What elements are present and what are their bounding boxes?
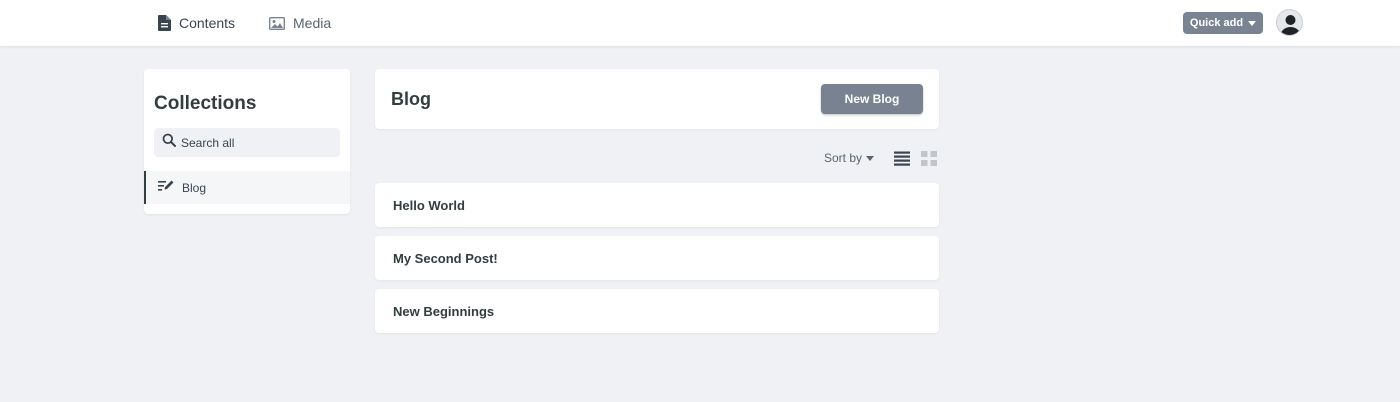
image-icon [269, 16, 285, 30]
sidebar-title: Collections [154, 93, 257, 114]
list-item[interactable]: My Second Post! [375, 236, 939, 280]
document-icon [158, 15, 171, 31]
grid-icon [921, 151, 937, 166]
list-icon [894, 151, 910, 166]
collections-sidebar: Collections Blog [144, 69, 350, 214]
sidebar-item-label: Blog [182, 180, 207, 195]
quick-add-label: Quick add [1189, 17, 1244, 29]
sort-label: Sort by [824, 151, 863, 165]
avatar[interactable] [1276, 9, 1303, 36]
nav-contents[interactable]: Contents [158, 0, 235, 46]
list-view-toggle[interactable] [894, 151, 910, 171]
collection-header: Blog New Blog [375, 69, 939, 129]
user-icon [1280, 15, 1301, 35]
new-entry-button[interactable]: New Blog [821, 84, 923, 114]
sidebar-item-blog[interactable]: Blog [144, 171, 350, 204]
search-icon [162, 133, 176, 152]
search-input[interactable] [181, 135, 331, 150]
nav-contents-label: Contents [179, 15, 236, 31]
sort-dropdown[interactable]: Sort by [824, 151, 875, 165]
grid-view-toggle[interactable] [921, 151, 937, 171]
nav-media[interactable]: Media [269, 0, 331, 46]
top-nav-bar: Contents Media Quick add [0, 0, 1400, 46]
list-item[interactable]: Hello World [375, 183, 939, 227]
quick-add-button[interactable]: Quick add [1183, 12, 1263, 34]
nav-media-label: Media [293, 15, 332, 31]
search-box[interactable] [154, 128, 340, 157]
list-item[interactable]: New Beginnings [375, 289, 939, 333]
chevron-down-icon [1248, 20, 1257, 26]
edit-list-icon [158, 180, 174, 196]
page-title: Blog [391, 89, 431, 109]
chevron-down-icon [866, 155, 875, 161]
